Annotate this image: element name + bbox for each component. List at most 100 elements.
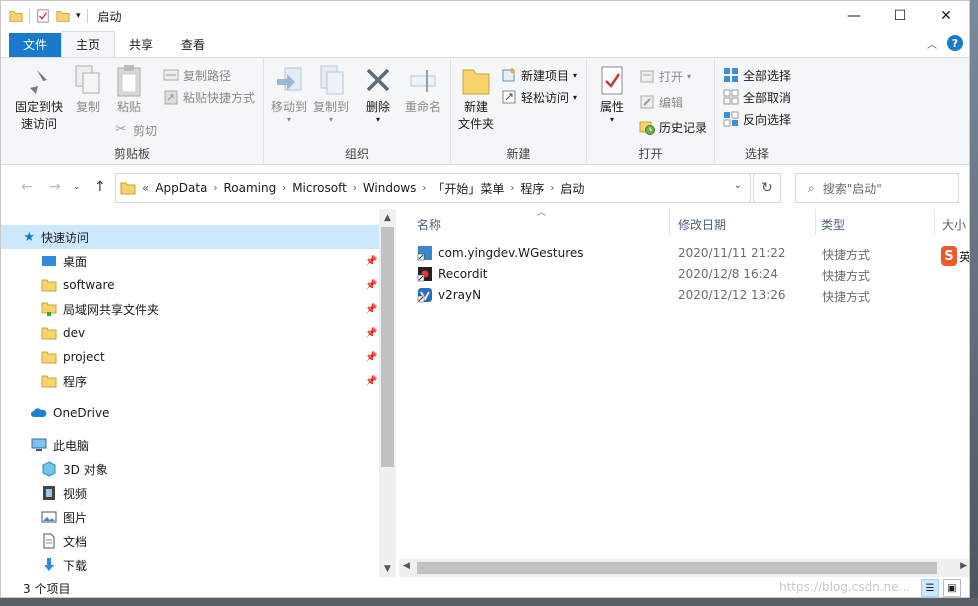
paste-button[interactable]: 粘贴 [113, 64, 145, 116]
select-none-button[interactable]: 全部取消 [723, 87, 791, 107]
forward-arrow-icon[interactable]: → [49, 179, 61, 195]
paste-shortcut-button[interactable]: 粘贴快捷方式 [163, 87, 255, 107]
edit-button[interactable]: 编辑 [639, 92, 683, 112]
nav-item-3d-objects[interactable]: 3D 对象 [1, 457, 379, 481]
help-icon[interactable]: ? [947, 35, 963, 51]
new-folder-icon[interactable] [56, 9, 70, 23]
large-icons-view-icon[interactable]: ▣ [943, 579, 961, 597]
chevron-right-icon[interactable]: › [422, 183, 426, 194]
nav-item-quick-access[interactable]: ★ 快速访问 [1, 225, 379, 249]
nav-label-programs: 程序 [63, 374, 88, 389]
chevron-right-icon[interactable]: › [213, 183, 217, 194]
tab-share[interactable]: 共享 [115, 33, 167, 57]
scrollbar-thumb[interactable] [381, 227, 394, 467]
breadcrumb-windows[interactable]: Windows [363, 181, 417, 195]
column-divider[interactable] [669, 209, 670, 235]
breadcrumb-microsoft[interactable]: Microsoft [292, 181, 347, 195]
column-type[interactable]: 类型 [821, 216, 845, 233]
pin-quick-access-button[interactable]: 固定到快 速访问 [9, 64, 69, 133]
select-all-button[interactable]: 全部选择 [723, 65, 791, 85]
breadcrumb-appdata[interactable]: AppData [155, 181, 207, 195]
back-arrow-icon[interactable]: ← [21, 179, 33, 195]
details-view-icon[interactable]: ☰ [921, 579, 939, 597]
scroll-down-icon[interactable]: ▼ [379, 560, 396, 577]
rename-button[interactable]: 重命名 [402, 64, 444, 116]
tab-view[interactable]: 查看 [167, 33, 219, 57]
chevron-right-icon[interactable]: › [510, 183, 514, 194]
file-list-hscrollbar[interactable]: ◀ ▶ [399, 559, 969, 577]
history-button[interactable]: 历史记录 [639, 117, 707, 137]
breadcrumb-programs[interactable]: 程序 [520, 180, 544, 197]
move-to-button[interactable]: 移动到 ▾ [270, 64, 308, 124]
nav-item-software[interactable]: software 📌 [1, 273, 379, 297]
table-row[interactable]: Recordit 2020/12/8 16:24 快捷方式 [399, 264, 969, 285]
pin-icon[interactable]: 📌 [365, 352, 377, 363]
pin-icon[interactable]: 📌 [365, 304, 377, 315]
delete-button[interactable]: 删除 ▾ [362, 64, 394, 124]
column-size[interactable]: 大小 [942, 216, 966, 233]
breadcrumb-startup[interactable]: 启动 [560, 180, 584, 197]
tab-home[interactable]: 主页 [61, 31, 116, 57]
column-divider[interactable] [815, 209, 816, 235]
nav-label-onedrive: OneDrive [53, 406, 110, 420]
status-bar: 3 个项目 https://blog.csdn.ne... ☰ ▣ [1, 577, 969, 597]
properties-button[interactable]: 属性 ▾ [595, 64, 629, 124]
table-row[interactable]: v2rayN 2020/12/12 13:26 快捷方式 [399, 285, 969, 306]
new-folder-button[interactable]: 新建 文件夹 [457, 64, 495, 133]
easy-access-button[interactable]: 轻松访问 ▾ [501, 87, 577, 107]
scroll-up-icon[interactable]: ▲ [379, 209, 396, 226]
nav-item-pictures[interactable]: 图片 [1, 505, 379, 529]
nav-item-onedrive[interactable]: OneDrive [1, 401, 379, 425]
pin-icon[interactable]: 📌 [365, 280, 377, 291]
search-input[interactable]: ⌕ 搜索"启动" [795, 173, 959, 203]
chevron-right-icon[interactable]: › [282, 183, 286, 194]
nav-item-dev[interactable]: dev 📌 [1, 321, 379, 345]
chevron-right-icon[interactable]: › [550, 183, 554, 194]
scroll-right-icon[interactable]: ▶ [960, 561, 967, 571]
cube-icon [42, 461, 56, 477]
close-button[interactable]: ✕ [923, 1, 969, 31]
open-button[interactable]: 打开 ▾ [639, 66, 691, 86]
new-item-button[interactable]: 新建项目 ▾ [501, 65, 577, 85]
column-divider[interactable] [934, 209, 935, 235]
maximize-button[interactable]: ☐ [877, 1, 923, 31]
nav-item-downloads[interactable]: 下载 [1, 553, 379, 577]
nav-item-programs[interactable]: 程序 📌 [1, 369, 379, 393]
nav-item-lan-share[interactable]: 局域网共享文件夹 📌 [1, 297, 379, 321]
scrollbar-thumb[interactable] [417, 562, 937, 574]
collapse-ribbon-chevron-icon[interactable]: ︿ [927, 36, 937, 51]
properties-icon[interactable] [36, 9, 50, 23]
pin-icon[interactable]: 📌 [365, 376, 377, 387]
scroll-left-icon[interactable]: ◀ [403, 561, 410, 571]
nav-item-desktop[interactable]: 桌面 📌 [1, 249, 379, 273]
tab-file[interactable]: 文件 [9, 33, 62, 57]
nav-item-documents[interactable]: 文档 [1, 529, 379, 553]
copy-path-button[interactable]: 复制路径 [163, 65, 231, 85]
chevron-right-icon[interactable]: › [353, 183, 357, 194]
column-name[interactable]: 名称 [417, 216, 441, 233]
nav-item-this-pc[interactable]: 此电脑 [1, 433, 379, 457]
customize-qat-chevron-icon[interactable]: ▾ [76, 11, 81, 21]
minimize-button[interactable]: — [831, 1, 877, 31]
breadcrumb-overflow[interactable]: « [142, 181, 149, 195]
copy-to-button[interactable]: 复制到 ▾ [312, 64, 350, 124]
breadcrumb-start-menu[interactable]: 「开始」菜单 [432, 180, 504, 197]
nav-item-project[interactable]: project 📌 [1, 345, 379, 369]
ime-toolbar[interactable]: S 英 [941, 245, 969, 267]
nav-pane-scrollbar[interactable]: ▲ ▼ [379, 209, 396, 577]
recent-locations-chevron-icon[interactable]: ⌄ [73, 182, 81, 192]
copy-button[interactable]: 复制 [73, 64, 103, 116]
table-row[interactable]: com.yingdev.WGestures 2020/11/11 21:22 快… [399, 243, 969, 264]
invert-selection-button[interactable]: 反向选择 [723, 109, 791, 129]
breadcrumb-roaming[interactable]: Roaming [223, 181, 276, 195]
refresh-button[interactable]: ↻ [753, 173, 781, 203]
nav-item-videos[interactable]: 视频 [1, 481, 379, 505]
column-modified[interactable]: 修改日期 [678, 216, 726, 233]
up-arrow-icon[interactable]: ↑ [94, 179, 106, 195]
group-new: 新建 文件夹 新建项目 ▾ 轻松访问 ▾ 新建 [451, 58, 587, 164]
pin-icon[interactable]: 📌 [365, 328, 377, 339]
address-bar[interactable]: « AppData › Roaming › Microsoft › Window… [115, 173, 751, 203]
pin-icon[interactable]: 📌 [365, 256, 377, 267]
address-history-chevron-icon[interactable]: ⌄ [734, 180, 742, 191]
cut-button[interactable]: ✂ 剪切 [113, 120, 157, 140]
